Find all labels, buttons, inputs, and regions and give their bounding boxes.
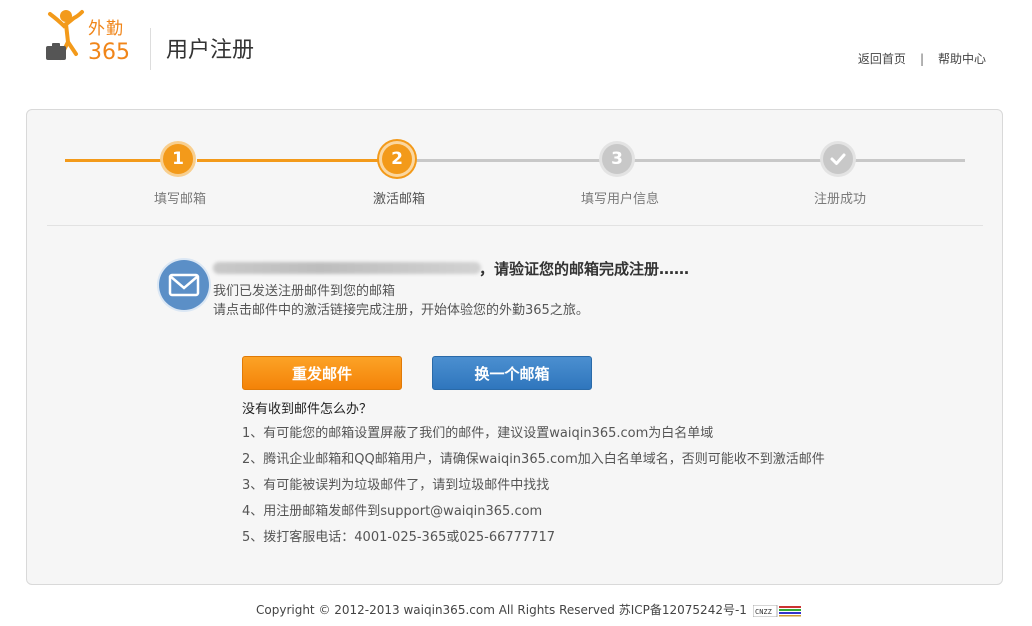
progress-line-4: [631, 159, 821, 162]
blurred-email: [213, 262, 481, 274]
step-4-circle: [823, 144, 853, 174]
logo-text: 外勤: [88, 19, 124, 39]
step-4-label: 注册成功: [813, 192, 866, 207]
progress-line-3: [413, 159, 605, 162]
step-2-circle: 2: [382, 144, 412, 174]
help-item: 3、有可能被误判为垃圾邮件了，请到垃圾邮件中找找: [242, 478, 550, 493]
help-item: 4、用注册邮箱发邮件到support@waiqin365.com: [242, 504, 543, 519]
footer: Copyright © 2012-2013 waiqin365.com All …: [256, 601, 801, 618]
top-links: 返回首页 | 帮助中心: [858, 50, 986, 67]
link-separator: |: [919, 52, 924, 66]
logo[interactable]: 外勤 365: [44, 6, 134, 66]
step-3-circle: 3: [602, 144, 632, 174]
step-3-label: 填写用户信息: [580, 192, 659, 207]
step-1-circle: 1: [163, 144, 193, 174]
panel-divider: [47, 225, 983, 226]
resend-email-button[interactable]: 重发邮件: [242, 356, 402, 390]
sent-notice: 我们已发送注册邮件到您的邮箱: [213, 284, 396, 299]
logo-number: 365: [88, 40, 130, 65]
verify-heading: ，请验证您的邮箱完成注册……: [479, 260, 690, 278]
home-link[interactable]: 返回首页: [858, 50, 906, 67]
help-item: 1、有可能您的邮箱设置屏蔽了我们的邮件，建议设置waiqin365.com为白名…: [242, 426, 714, 441]
help-title: 没有收到邮件怎么办？: [242, 402, 373, 417]
progress-line-5: [853, 159, 965, 162]
logo-figure-icon: [46, 10, 84, 60]
progress-line-2: [197, 159, 381, 162]
envelope-icon: [159, 260, 209, 310]
help-center-link[interactable]: 帮助中心: [938, 50, 986, 67]
step-1-label: 填写邮箱: [153, 192, 206, 207]
registration-panel: 1 2 3 填写邮箱 激活邮箱 填写用户信息 注册成功 ，请验证您的邮箱完成注册…: [26, 109, 1003, 585]
help-item: 5、拨打客服电话：4001-025-365或025-66777717: [242, 530, 556, 545]
help-list: 1、有可能您的邮箱设置屏蔽了我们的邮件，建议设置waiqin365.com为白名…: [242, 424, 825, 554]
change-email-button[interactable]: 换一个邮箱: [432, 356, 592, 390]
step-2-label: 激活邮箱: [372, 192, 425, 207]
cnzz-badge-icon[interactable]: CNZZ: [752, 604, 801, 617]
page-title: 用户注册: [166, 38, 255, 63]
activation-instruction: 请点击邮件中的激活链接完成注册，开始体验您的外勤365之旅。: [213, 303, 589, 318]
cnzz-badge-label: CNZZ: [755, 608, 772, 616]
help-item: 2、腾讯企业邮箱和QQ邮箱用户，请确保waiqin365.com加入白名单域名，…: [242, 452, 825, 467]
header-divider: [150, 28, 151, 70]
check-icon: [830, 153, 846, 165]
copyright-text: Copyright © 2012-2013 waiqin365.com All …: [256, 603, 747, 617]
